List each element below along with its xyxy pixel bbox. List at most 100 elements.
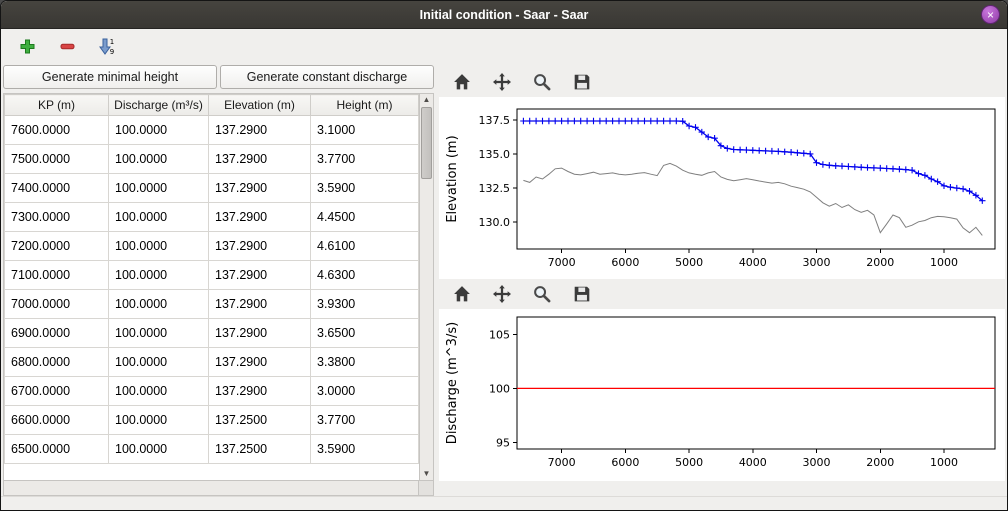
table-cell[interactable]: 137.2900 [209, 348, 311, 377]
svg-text:7000: 7000 [548, 456, 576, 469]
elevation-chart[interactable]: 7000600050004000300020001000130.0132.513… [439, 97, 1005, 279]
table-cell[interactable]: 137.2900 [209, 203, 311, 232]
column-header[interactable]: Height (m) [311, 95, 419, 116]
table-cell[interactable]: 3.5900 [311, 174, 419, 203]
table-cell[interactable]: 7200.0000 [5, 232, 109, 261]
horizontal-scrollbar[interactable] [3, 481, 419, 496]
pan-button[interactable] [489, 69, 515, 95]
svg-text:135.0: 135.0 [479, 148, 511, 161]
column-header[interactable]: Discharge (m³/s) [109, 95, 209, 116]
svg-text:3000: 3000 [803, 256, 831, 269]
svg-text:132.5: 132.5 [479, 182, 511, 195]
table-cell[interactable]: 3.3800 [311, 348, 419, 377]
svg-text:5000: 5000 [675, 256, 703, 269]
table-row[interactable]: 7100.0000100.0000137.29004.6300 [5, 261, 419, 290]
close-button[interactable]: × [981, 5, 1000, 24]
plus-icon [19, 38, 36, 55]
svg-text:Elevation (m): Elevation (m) [445, 135, 460, 222]
table-cell[interactable]: 3.0000 [311, 377, 419, 406]
column-header[interactable]: Elevation (m) [209, 95, 311, 116]
save-button[interactable] [569, 281, 595, 307]
table-cell[interactable]: 6700.0000 [5, 377, 109, 406]
table-cell[interactable]: 100.0000 [109, 145, 209, 174]
table-cell[interactable]: 100.0000 [109, 435, 209, 464]
table-cell[interactable]: 100.0000 [109, 348, 209, 377]
table-row[interactable]: 7400.0000100.0000137.29003.5900 [5, 174, 419, 203]
table-cell[interactable]: 137.2900 [209, 319, 311, 348]
horizontal-scrollbar-row [3, 481, 434, 496]
table-cell[interactable]: 100.0000 [109, 290, 209, 319]
table-cell[interactable]: 7400.0000 [5, 174, 109, 203]
magnifier-icon [533, 285, 551, 303]
svg-text:1000: 1000 [930, 256, 958, 269]
home-button[interactable] [449, 281, 475, 307]
zoom-button[interactable] [529, 69, 555, 95]
column-header[interactable]: KP (m) [5, 95, 109, 116]
table-cell[interactable]: 100.0000 [109, 261, 209, 290]
table-cell[interactable]: 137.2500 [209, 406, 311, 435]
vertical-scrollbar[interactable]: ▲ ▼ [419, 93, 434, 481]
table-cell[interactable]: 100.0000 [109, 203, 209, 232]
table-cell[interactable]: 7500.0000 [5, 145, 109, 174]
table-cell[interactable]: 6800.0000 [5, 348, 109, 377]
vertical-scroll-thumb[interactable] [421, 107, 432, 179]
table-cell[interactable]: 6900.0000 [5, 319, 109, 348]
scroll-up-icon[interactable]: ▲ [420, 94, 433, 106]
table-cell[interactable]: 6500.0000 [5, 435, 109, 464]
table-row[interactable]: 7200.0000100.0000137.29004.6100 [5, 232, 419, 261]
table-cell[interactable]: 100.0000 [109, 377, 209, 406]
remove-row-button[interactable] [55, 34, 79, 58]
table-cell[interactable]: 100.0000 [109, 116, 209, 145]
table-cell[interactable]: 137.2900 [209, 145, 311, 174]
svg-text:6000: 6000 [611, 456, 639, 469]
table-cell[interactable]: 137.2900 [209, 174, 311, 203]
table-row[interactable]: 6900.0000100.0000137.29003.6500 [5, 319, 419, 348]
table-row[interactable]: 7300.0000100.0000137.29004.4500 [5, 203, 419, 232]
scroll-down-icon[interactable]: ▼ [420, 468, 433, 480]
home-button[interactable] [449, 69, 475, 95]
svg-text:3000: 3000 [803, 456, 831, 469]
table-row[interactable]: 7500.0000100.0000137.29003.7700 [5, 145, 419, 174]
table-cell[interactable]: 100.0000 [109, 406, 209, 435]
table-cell[interactable]: 100.0000 [109, 174, 209, 203]
table-cell[interactable]: 137.2900 [209, 232, 311, 261]
close-icon: × [987, 9, 994, 21]
generate-constant-discharge-button[interactable]: Generate constant discharge [220, 65, 434, 89]
table-cell[interactable]: 7100.0000 [5, 261, 109, 290]
table-row[interactable]: 6600.0000100.0000137.25003.7700 [5, 406, 419, 435]
generate-minimal-height-button[interactable]: Generate minimal height [3, 65, 217, 89]
table-cell[interactable]: 7000.0000 [5, 290, 109, 319]
pan-button[interactable] [489, 281, 515, 307]
table-cell[interactable]: 3.5900 [311, 435, 419, 464]
table-cell[interactable]: 137.2500 [209, 435, 311, 464]
table-row[interactable]: 6700.0000100.0000137.29003.0000 [5, 377, 419, 406]
table-row[interactable]: 7000.0000100.0000137.29003.9300 [5, 290, 419, 319]
table-cell[interactable]: 7300.0000 [5, 203, 109, 232]
svg-text:Discharge (m^3/s): Discharge (m^3/s) [445, 322, 460, 444]
table-cell[interactable]: 137.2900 [209, 116, 311, 145]
table-row[interactable]: 7600.0000100.0000137.29003.1000 [5, 116, 419, 145]
table-cell[interactable]: 137.2900 [209, 290, 311, 319]
table-cell[interactable]: 4.6300 [311, 261, 419, 290]
table-row[interactable]: 6500.0000100.0000137.25003.5900 [5, 435, 419, 464]
table-cell[interactable]: 7600.0000 [5, 116, 109, 145]
table-cell[interactable]: 137.2900 [209, 261, 311, 290]
table-cell[interactable]: 3.7700 [311, 145, 419, 174]
table-cell[interactable]: 6600.0000 [5, 406, 109, 435]
table-cell[interactable]: 3.9300 [311, 290, 419, 319]
discharge-chart[interactable]: 700060005000400030002000100095100105Disc… [439, 309, 1005, 481]
zoom-button[interactable] [529, 281, 555, 307]
table-cell[interactable]: 4.4500 [311, 203, 419, 232]
table-cell[interactable]: 4.6100 [311, 232, 419, 261]
sort-rows-button[interactable]: 1 9 [95, 34, 119, 58]
add-row-button[interactable] [15, 34, 39, 58]
table-row[interactable]: 6800.0000100.0000137.29003.3800 [5, 348, 419, 377]
table-cell[interactable]: 100.0000 [109, 232, 209, 261]
table-cell[interactable]: 3.6500 [311, 319, 419, 348]
table-cell[interactable]: 3.1000 [311, 116, 419, 145]
table-cell[interactable]: 3.7700 [311, 406, 419, 435]
svg-text:4000: 4000 [739, 456, 767, 469]
table-cell[interactable]: 100.0000 [109, 319, 209, 348]
save-button[interactable] [569, 69, 595, 95]
table-cell[interactable]: 137.2900 [209, 377, 311, 406]
